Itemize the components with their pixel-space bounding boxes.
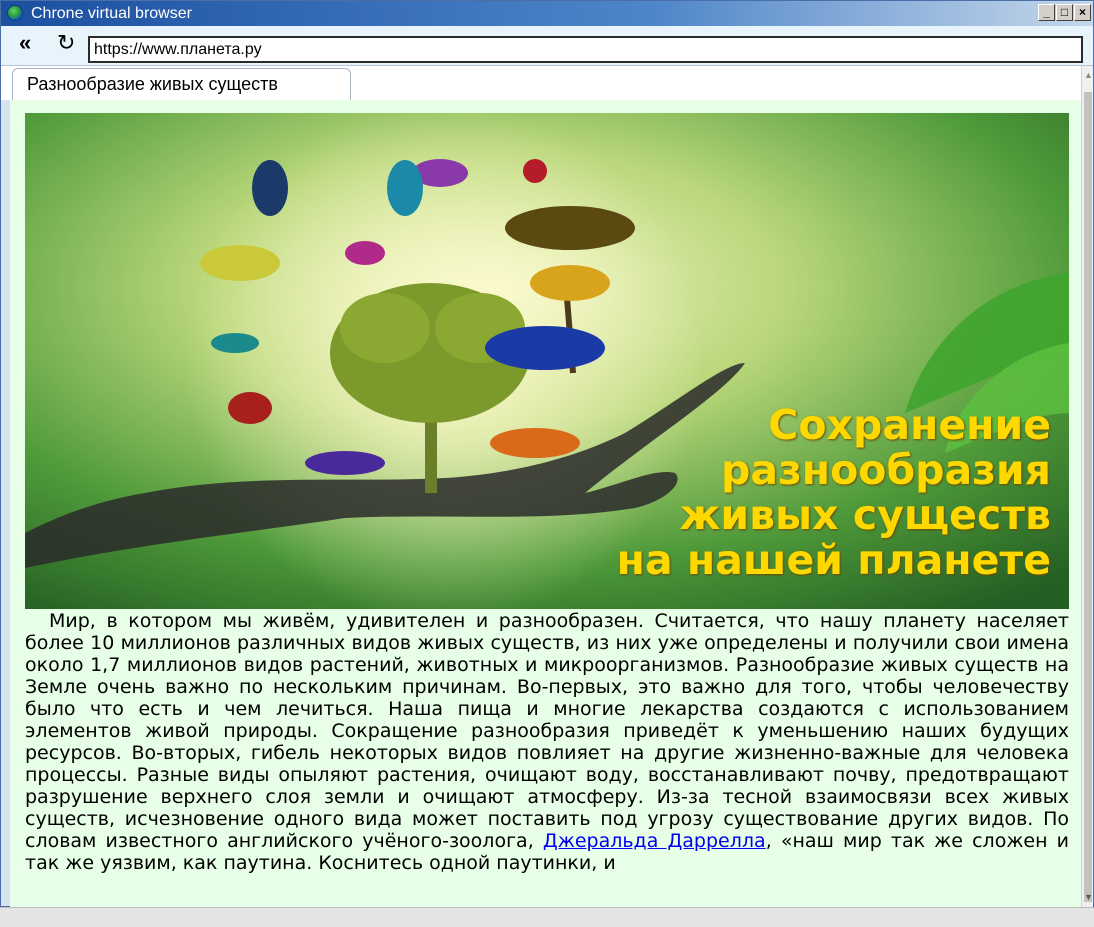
browser-window: Chrone virtual browser _ □ × « ↻ https:/… bbox=[0, 0, 1094, 908]
address-bar[interactable]: https://www.планета.ру bbox=[88, 36, 1083, 63]
hero-caption-line: разнообразия bbox=[720, 446, 1051, 494]
window-controls: _ □ × bbox=[1037, 4, 1091, 21]
tab-strip: Разнообразие живых существ bbox=[1, 66, 1081, 100]
status-bar bbox=[0, 907, 1094, 927]
article-paragraph: Мир, в котором мы живём, удивителен и ра… bbox=[25, 610, 1069, 874]
hero-caption-line: Сохранение bbox=[768, 401, 1051, 449]
navigation-bar: « ↻ https://www.планета.ру bbox=[1, 26, 1093, 66]
hero-caption-line: на нашей планете bbox=[616, 536, 1051, 584]
maximize-button[interactable]: □ bbox=[1056, 4, 1073, 21]
title-bar[interactable]: Chrone virtual browser _ □ × bbox=[1, 1, 1093, 26]
back-icon[interactable]: « bbox=[19, 32, 31, 54]
window-title: Chrone virtual browser bbox=[31, 5, 192, 22]
tab-biodiversity[interactable]: Разнообразие живых существ bbox=[12, 68, 351, 100]
globe-icon bbox=[7, 5, 23, 21]
author-link[interactable]: Джеральда Даррелла bbox=[543, 830, 766, 852]
hero-caption-line: живых существ bbox=[679, 491, 1051, 539]
article-text: Мир, в котором мы живём, удивителен и ра… bbox=[25, 610, 1069, 852]
minimize-button[interactable]: _ bbox=[1038, 4, 1055, 21]
hero-caption: Сохранение разнообразия живых существ на… bbox=[617, 403, 1051, 583]
scroll-thumb[interactable] bbox=[1084, 92, 1092, 902]
close-button[interactable]: × bbox=[1074, 4, 1091, 21]
vertical-scrollbar[interactable]: ▲ ▼ bbox=[1081, 66, 1093, 908]
hero-image: Сохранение разнообразия живых существ на… bbox=[25, 113, 1069, 609]
scroll-up-icon[interactable]: ▲ bbox=[1084, 70, 1093, 80]
page-content: Сохранение разнообразия живых существ на… bbox=[10, 100, 1081, 908]
scroll-down-icon[interactable]: ▼ bbox=[1084, 892, 1093, 902]
reload-icon[interactable]: ↻ bbox=[57, 32, 75, 54]
